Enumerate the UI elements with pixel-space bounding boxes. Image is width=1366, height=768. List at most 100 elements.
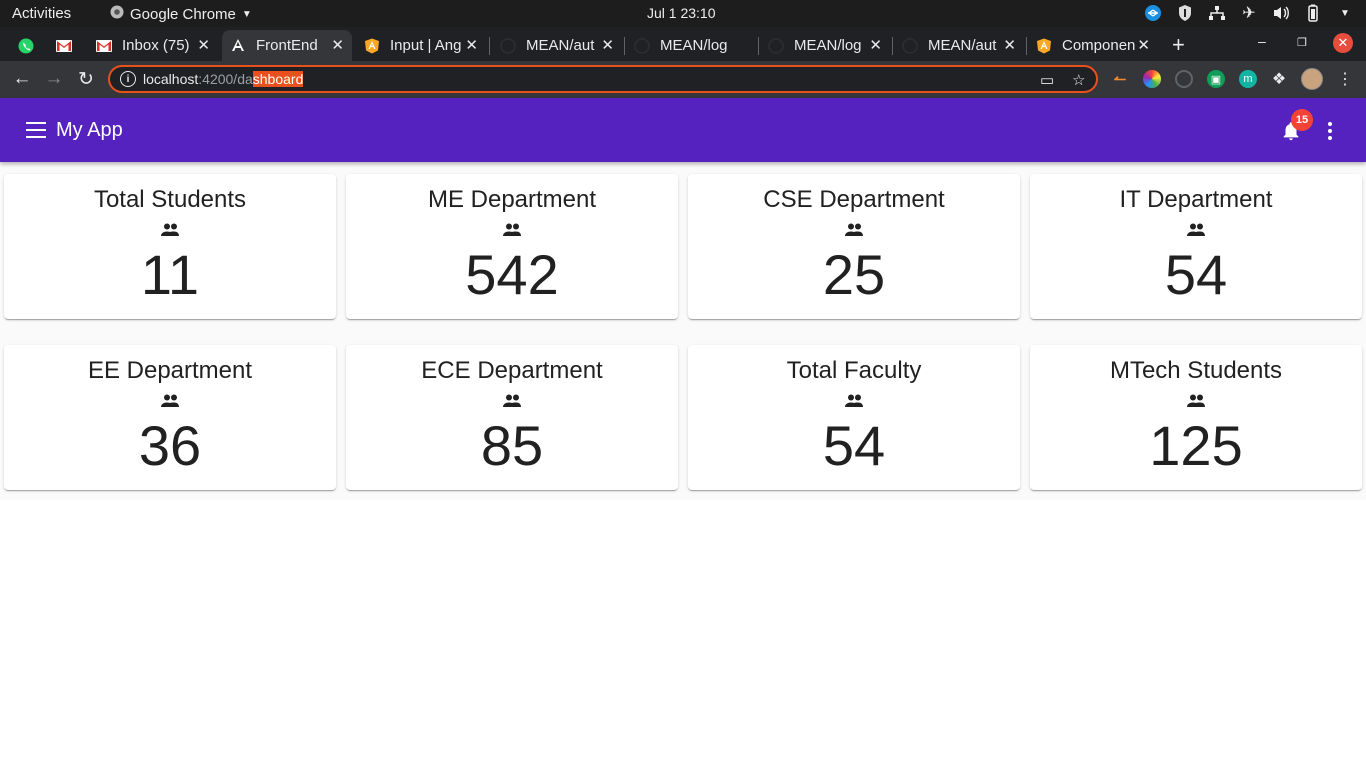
tab-title: MEAN/log bbox=[660, 37, 728, 54]
page-background bbox=[0, 500, 1366, 768]
address-bar[interactable]: i localhost:4200/dashboard ▭ ☆ bbox=[108, 65, 1098, 93]
new-tab-plus-icon[interactable]: + bbox=[1172, 32, 1185, 58]
forward-arrow-icon[interactable]: → bbox=[43, 68, 65, 90]
tab-components[interactable]: Componen ✕ bbox=[1028, 30, 1158, 61]
extension-orange-icon[interactable]: ↼ bbox=[1111, 70, 1129, 88]
tab-mean-login-2[interactable]: MEAN/log ✕ bbox=[760, 30, 890, 61]
os-top-bar: Activities Google Chrome ▼ Jul 1 23:10 ✈… bbox=[0, 0, 1366, 27]
tab-mean-auth-2[interactable]: MEAN/aut ✕ bbox=[894, 30, 1024, 61]
site-info-icon[interactable]: i bbox=[120, 71, 136, 87]
card-value: 25 bbox=[822, 243, 886, 306]
angular-icon bbox=[230, 38, 246, 54]
app-title: My App bbox=[56, 119, 123, 141]
tab-gmail[interactable] bbox=[48, 30, 82, 61]
caret-down-icon: ▼ bbox=[241, 8, 252, 20]
volume-icon[interactable] bbox=[1272, 4, 1290, 22]
window-close-icon[interactable]: ✕ bbox=[1333, 33, 1353, 53]
puzzle-extensions-icon[interactable]: ❖ bbox=[1270, 70, 1288, 88]
people-icon bbox=[845, 223, 863, 236]
tab-whatsapp[interactable] bbox=[10, 30, 44, 61]
tab-separator bbox=[489, 37, 490, 55]
card-title: CSE Department bbox=[763, 186, 945, 213]
teamviewer-icon[interactable] bbox=[1144, 4, 1162, 22]
close-tab-icon[interactable]: ✕ bbox=[869, 36, 882, 54]
tab-mean-login-1[interactable]: MEAN/log bbox=[626, 30, 756, 61]
minimize-icon[interactable]: – bbox=[1258, 33, 1266, 49]
card-title: EE Department bbox=[87, 357, 253, 384]
tab-mean-auth-1[interactable]: MEAN/aut ✕ bbox=[492, 30, 622, 61]
card-value: 54 bbox=[1164, 243, 1228, 306]
close-tab-icon[interactable]: ✕ bbox=[1003, 36, 1016, 54]
whatsapp-icon bbox=[18, 38, 34, 54]
disabled-extension-icon[interactable] bbox=[1175, 70, 1193, 88]
card-title: Total Faculty bbox=[786, 357, 922, 384]
card-value: 542 bbox=[465, 243, 559, 306]
profile-avatar-icon[interactable] bbox=[1301, 68, 1323, 90]
tab-title: Inbox (75) bbox=[122, 37, 190, 54]
hamburger-menu-icon[interactable] bbox=[26, 122, 46, 138]
people-icon bbox=[845, 394, 863, 407]
close-tab-icon[interactable]: ✕ bbox=[197, 36, 210, 54]
tab-title: MEAN/aut bbox=[928, 37, 997, 54]
card-title: MTech Students bbox=[1109, 357, 1283, 384]
card-title: ECE Department bbox=[421, 357, 603, 384]
angular-material-icon bbox=[364, 38, 380, 54]
tab-frontend[interactable]: FrontEnd ✕ bbox=[222, 30, 352, 61]
notification-badge: 15 bbox=[1291, 109, 1313, 131]
browser-toolbar: ← → ↻ i localhost:4200/dashboard ▭ ☆ ↼ ▣… bbox=[0, 61, 1366, 98]
stat-card-total-students[interactable]: Total Students 11 bbox=[4, 174, 336, 319]
activities-button[interactable]: Activities bbox=[12, 5, 71, 22]
card-title: ME Department bbox=[427, 186, 597, 213]
stat-card-total-faculty[interactable]: Total Faculty 54 bbox=[688, 345, 1020, 490]
chrome-icon bbox=[110, 5, 124, 23]
stat-card-ece-department[interactable]: ECE Department 85 bbox=[346, 345, 678, 490]
reload-icon[interactable]: ↻ bbox=[75, 68, 97, 90]
close-tab-icon[interactable]: ✕ bbox=[465, 36, 478, 54]
card-value: 11 bbox=[140, 243, 200, 306]
chrome-menu-icon[interactable]: ⋮ bbox=[1336, 70, 1354, 88]
clock[interactable]: Jul 1 23:10 bbox=[647, 5, 716, 21]
close-tab-icon[interactable]: ✕ bbox=[1137, 36, 1150, 54]
github-icon bbox=[634, 37, 650, 54]
tab-title: MEAN/aut bbox=[526, 37, 595, 54]
system-tray[interactable]: ✈ ▼ bbox=[1144, 4, 1354, 22]
url-host: localhost bbox=[143, 71, 199, 87]
tab-separator bbox=[1026, 37, 1027, 55]
stat-card-ee-department[interactable]: EE Department 36 bbox=[4, 345, 336, 490]
github-icon bbox=[768, 37, 784, 54]
more-vert-icon[interactable] bbox=[1327, 122, 1333, 140]
people-icon bbox=[1187, 223, 1205, 236]
tab-title: MEAN/log bbox=[794, 37, 862, 54]
power-menu-icon[interactable]: ▼ bbox=[1336, 4, 1354, 22]
app-menu[interactable]: Google Chrome ▼ bbox=[110, 5, 252, 23]
back-arrow-icon[interactable]: ← bbox=[11, 68, 33, 90]
stat-card-cse-department[interactable]: CSE Department 25 bbox=[688, 174, 1020, 319]
m-extension-icon[interactable]: m bbox=[1239, 70, 1257, 88]
shield-icon[interactable] bbox=[1176, 4, 1194, 22]
github-icon bbox=[902, 37, 918, 54]
tab-title: FrontEnd bbox=[256, 37, 318, 54]
people-icon bbox=[1187, 394, 1205, 407]
restore-icon[interactable]: ❐ bbox=[1297, 36, 1307, 49]
battery-icon[interactable] bbox=[1304, 4, 1322, 22]
gmail-icon bbox=[56, 38, 72, 54]
cart-extension-icon[interactable]: ▣ bbox=[1207, 70, 1225, 88]
close-tab-icon[interactable]: ✕ bbox=[601, 36, 614, 54]
stat-card-it-department[interactable]: IT Department 54 bbox=[1030, 174, 1362, 319]
airplane-mode-icon[interactable]: ✈ bbox=[1240, 4, 1258, 22]
card-title: Total Students bbox=[93, 186, 247, 213]
tab-inbox[interactable]: Inbox (75) ✕ bbox=[88, 30, 218, 61]
tab-input[interactable]: Input | Ang ✕ bbox=[356, 30, 486, 61]
people-icon bbox=[161, 223, 179, 236]
bookmark-star-icon[interactable]: ☆ bbox=[1072, 71, 1085, 89]
github-icon bbox=[500, 37, 516, 54]
color-picker-extension-icon[interactable] bbox=[1143, 70, 1161, 88]
url-text[interactable]: localhost:4200/dashboard bbox=[143, 71, 304, 87]
tab-separator bbox=[758, 37, 759, 55]
stat-card-me-department[interactable]: ME Department 542 bbox=[346, 174, 678, 319]
install-app-icon[interactable]: ▭ bbox=[1040, 71, 1054, 89]
close-tab-icon[interactable]: ✕ bbox=[331, 36, 344, 54]
card-value: 54 bbox=[822, 414, 886, 477]
stat-card-mtech-students[interactable]: MTech Students 125 bbox=[1030, 345, 1362, 490]
network-icon[interactable] bbox=[1208, 4, 1226, 22]
